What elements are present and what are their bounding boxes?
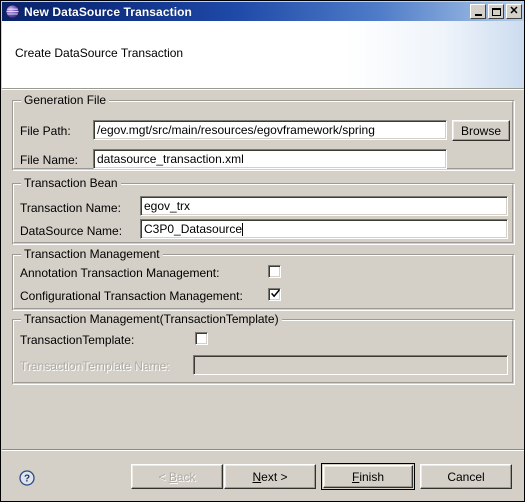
next-button[interactable]: Next >: [224, 464, 316, 489]
banner-separator: [2, 89, 524, 91]
group-transaction-template-legend: Transaction Management(TransactionTempla…: [21, 313, 282, 325]
datasource-name-input[interactable]: C3P0_Datasource: [140, 219, 508, 239]
title-bar[interactable]: New DataSource Transaction ✕: [2, 2, 524, 21]
datasource-name-label: DataSource Name:: [20, 224, 123, 238]
file-name-label: File Name:: [20, 153, 79, 167]
finish-button[interactable]: Finish: [323, 465, 413, 488]
window-controls: ✕: [470, 4, 524, 19]
cancel-button[interactable]: Cancel: [420, 464, 512, 489]
annotation-transaction-label: Annotation Transaction Management:: [20, 266, 220, 280]
transaction-template-label: TransactionTemplate:: [20, 333, 135, 347]
group-transaction-management-legend: Transaction Management: [21, 248, 163, 260]
footer-separator: [2, 449, 524, 451]
next-button-label: Next >: [252, 469, 288, 484]
close-button[interactable]: ✕: [506, 4, 522, 19]
configurational-transaction-checkbox[interactable]: [268, 288, 281, 301]
minimize-icon: [474, 13, 482, 16]
finish-button-label: Finish: [351, 469, 385, 484]
eclipse-globe-icon: [5, 4, 20, 19]
banner-gradient: [345, 21, 524, 88]
dialog-banner: Create DataSource Transaction: [2, 21, 524, 89]
transaction-name-input[interactable]: egov_trx: [140, 196, 508, 216]
window-title: New DataSource Transaction: [24, 4, 192, 19]
text-caret: [242, 222, 244, 236]
maximize-button[interactable]: [488, 4, 504, 19]
page-title: Create DataSource Transaction: [15, 46, 184, 60]
maximize-icon: [491, 7, 501, 16]
back-button: < Back: [131, 464, 223, 489]
svg-text:?: ?: [24, 474, 30, 485]
transaction-template-name-label: TransactionTemplate Name:: [20, 359, 170, 373]
group-transaction-template: Transaction Management(TransactionTempla…: [12, 313, 515, 385]
help-question-icon[interactable]: ?: [19, 470, 35, 486]
close-icon: ✕: [509, 5, 519, 17]
transaction-name-label: Transaction Name:: [20, 201, 121, 215]
annotation-transaction-checkbox[interactable]: [268, 265, 281, 278]
group-transaction-bean-legend: Transaction Bean: [21, 177, 121, 189]
transaction-template-checkbox[interactable]: [195, 332, 208, 345]
minimize-button[interactable]: [470, 4, 486, 19]
file-name-input[interactable]: datasource_transaction.xml: [93, 149, 447, 169]
transaction-template-name-input: [193, 355, 508, 375]
back-button-label: < Back: [158, 469, 196, 484]
browse-button[interactable]: Browse: [452, 120, 510, 141]
group-generation-file-legend: Generation File: [21, 94, 110, 106]
new-datasource-transaction-dialog: New DataSource Transaction ✕ Create Data…: [0, 0, 525, 502]
datasource-name-value: C3P0_Datasource: [144, 222, 243, 236]
file-path-input[interactable]: /egov.mgt/src/main/resources/egovframewo…: [93, 120, 447, 140]
check-icon: [271, 289, 280, 298]
configurational-transaction-label: Configurational Transaction Management:: [20, 289, 243, 303]
file-path-label: File Path:: [20, 124, 71, 138]
